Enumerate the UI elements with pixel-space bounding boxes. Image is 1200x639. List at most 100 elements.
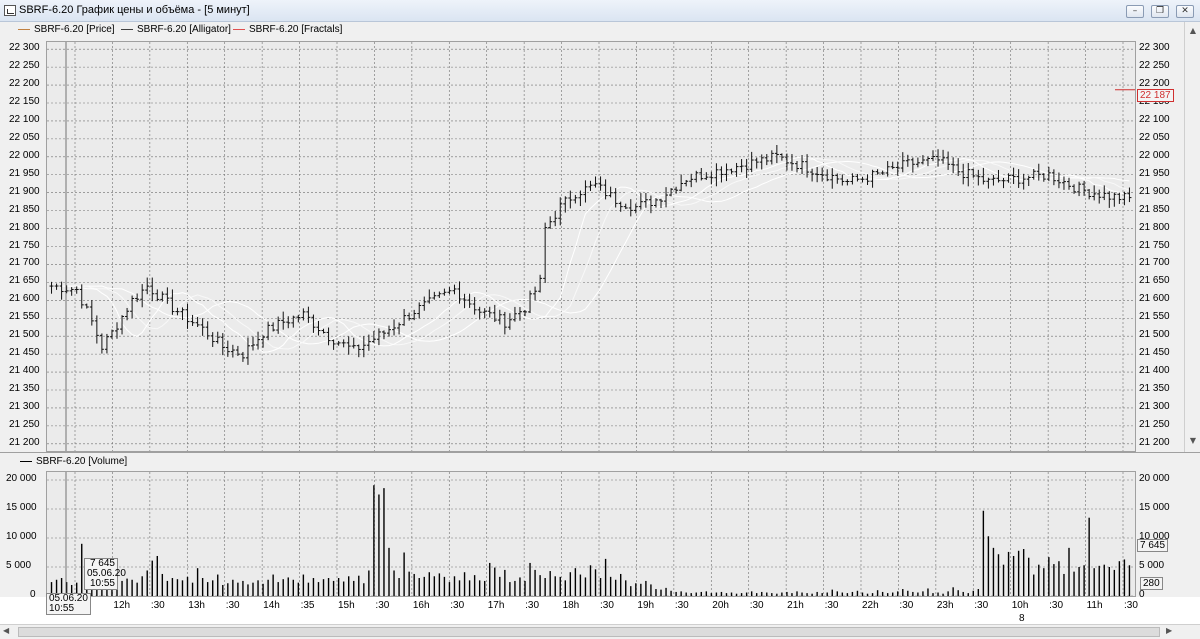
price-y-tick: 21 200 [9,436,40,448]
price-y-tick: 21 250 [9,418,40,430]
ohlc-bar [321,328,326,334]
ohlc-bar [306,306,311,323]
legend-fractals[interactable]: SBRF-6.20 [Fractals] [233,23,342,37]
legend-volume[interactable]: SBRF-6.20 [Volume] [20,455,127,469]
ohlc-bar [976,169,981,186]
ohlc-bar [900,152,905,173]
ohlc-bar [875,169,880,175]
volume-y-tick: 20 000 [6,473,37,484]
ohlc-bar [84,303,89,309]
scroll-down-icon[interactable]: ▼ [1187,434,1199,448]
legend-alligator[interactable]: SBRF-6.20 [Alligator] [121,23,231,37]
volume-y-tick: 5 000 [6,560,32,571]
time-axis-label: 13h [188,600,205,611]
legend-alligator-label: SBRF-6.20 [Alligator] [137,24,231,35]
horizontal-scrollbar[interactable]: ◀ ▶ [0,624,1200,639]
ohlc-bar [251,336,255,351]
ohlc-bar [341,339,346,348]
ohlc-bar [69,287,74,296]
ohlc-bar [256,331,261,350]
time-axis-label: 21h [787,600,804,611]
ohlc-bar [291,315,296,328]
ohlc-bar [996,169,1001,183]
legend-volume-swatch [20,460,32,462]
price-y-tick: 21 400 [9,365,40,377]
ohlc-bar [89,300,94,326]
legend-fractals-swatch [233,28,245,30]
ohlc-bar [1041,173,1046,182]
price-y-tick: 21 900 [1139,185,1170,197]
ohlc-bar [356,344,361,358]
ohlc-bar [573,194,578,204]
ohlc-bar [109,329,114,339]
ohlc-bar [835,173,840,184]
volume-y-tick: 15 000 [1139,502,1170,513]
price-y-tick: 22 000 [9,149,40,161]
time-axis-label: 17h [487,600,505,611]
ohlc-bar [432,291,437,300]
ohlc-bar [225,340,230,357]
day-marker: 8 [1019,613,1025,624]
ohlc-bar [699,167,704,181]
ohlc-bar [618,201,623,212]
volume-pane: SBRF-6.20 [Volume] 20 000 15 000 10 000 5 0… [0,452,1200,600]
ohlc-bar [145,277,150,295]
price-y-tick: 21 550 [9,311,40,323]
minimize-button[interactable]: – [1126,5,1144,18]
ohlc-bar [533,286,538,301]
ohlc-bar [684,179,689,187]
ohlc-bar [286,316,291,329]
ohlc-bar [890,161,895,170]
time-axis: :30 12h:30 13h:30 14h:35 15h:30 16h:30 17h:30 1… [46,597,1138,615]
restore-button[interactable]: ❐ [1151,5,1169,18]
time-axis-label: :30 [375,600,390,611]
ohlc-bar [583,180,588,203]
volume-plot-area[interactable] [46,471,1136,597]
time-axis-label: :30 [674,600,689,611]
ohlc-bar [563,196,568,213]
time-axis-label: 11h [1086,600,1103,611]
time-axis-label: :35 [300,600,315,611]
ohlc-bar [371,330,376,343]
volume-value-label: 7 645 [1137,539,1169,552]
volume-cursor-time: 10:55 [89,578,115,589]
ohlc-bar [845,179,850,186]
ohlc-bar [915,157,920,168]
scroll-thumb[interactable] [18,627,1160,637]
ohlc-bar [49,281,54,294]
ohlc-bar [140,284,145,308]
price-y-tick: 21 350 [1139,383,1170,394]
ohlc-bar [346,336,351,355]
time-axis-label: :30 [899,600,914,611]
legend-price-label: SBRF-6.20 [Price] [34,24,115,35]
legend-price[interactable]: SBRF-6.20 [Price] [18,23,115,37]
ohlc-bar [739,159,744,173]
price-y-tick: 22 100 [1139,113,1170,125]
ohlc-bar [981,167,986,185]
volume-y-tick: 0 [30,589,36,600]
ohlc-bar [986,177,991,189]
close-button[interactable]: ✕ [1176,5,1194,18]
price-y-tick: 21 800 [1139,221,1170,233]
ohlc-bar [553,210,558,227]
price-vertical-scrollbar[interactable]: ▲ ▼ [1184,22,1200,452]
volume-y-tick: 10 000 [6,531,37,542]
ohlc-bar [1001,177,1006,189]
price-y-tick: 21 650 [9,275,40,287]
ohlc-bar [931,150,935,162]
price-y-tick: 21 650 [1139,275,1170,287]
ohlc-bar [150,277,155,302]
price-y-tick: 22 000 [1139,149,1170,161]
ohlc-bar [200,318,205,336]
ohlc-bar [664,187,669,208]
ohlc-bar [215,331,220,344]
ohlc-bar [774,145,779,164]
price-plot-area[interactable] [46,41,1136,452]
ohlc-bar [155,289,160,302]
scroll-right-icon[interactable]: ▶ [1166,626,1172,635]
scroll-left-icon[interactable]: ◀ [3,626,9,635]
ohlc-bar [94,315,99,344]
ohlc-bar [427,289,432,304]
scroll-up-icon[interactable]: ▲ [1187,24,1199,38]
ohlc-bar [749,151,754,173]
